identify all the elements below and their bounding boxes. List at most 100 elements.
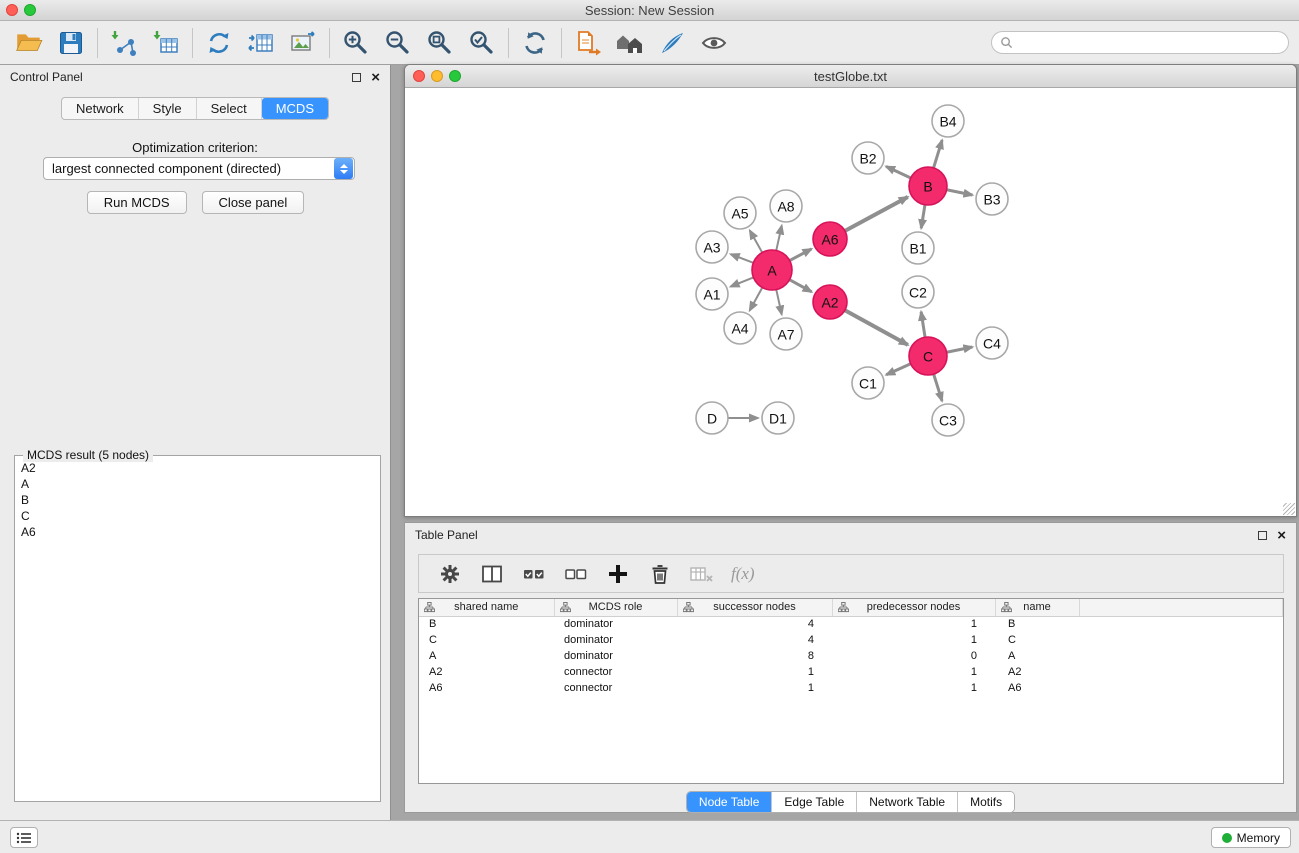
graph-edge-C-C4[interactable] [947,347,973,352]
deselect-all-icon[interactable] [563,561,589,587]
table-cell[interactable]: C [419,632,554,648]
table-cell[interactable]: A2 [995,664,1079,680]
graph-edge-A-A1[interactable] [731,277,754,286]
save-session-icon[interactable] [54,26,88,60]
zoom-fit-icon[interactable] [423,26,457,60]
column-header[interactable]: predecessor nodes [832,599,995,616]
table-row[interactable]: Bdominator41B [419,616,1283,632]
result-item[interactable]: A6 [21,524,374,540]
column-header-label[interactable]: successor nodes [713,601,796,613]
resize-handle[interactable] [1283,503,1295,515]
tab-network-table[interactable]: Network Table [857,792,958,812]
table-cell[interactable]: 4 [677,616,832,632]
graph-edge-C-C2[interactable] [921,312,925,337]
network-canvas[interactable]: B4B2BB3A5A8A6A3B1AC2A1A2A4A7C4CC1C3DD1 [405,88,1296,516]
table-cell[interactable]: connector [554,680,677,696]
column-header[interactable]: name [995,599,1079,616]
select-all-icon[interactable] [521,561,547,587]
column-header[interactable]: MCDS role [554,599,677,616]
table-cell[interactable]: dominator [554,648,677,664]
minimize-network-icon[interactable] [431,70,443,82]
graph-edge-A-A6[interactable] [790,249,812,261]
graph-edge-A-A5[interactable] [750,230,762,252]
tab-select[interactable]: Select [197,98,262,119]
float-panel-icon[interactable] [352,73,361,82]
tab-network[interactable]: Network [62,98,139,119]
table-cell[interactable]: 0 [832,648,995,664]
column-header-label[interactable]: shared name [454,601,518,613]
table-cell[interactable]: 1 [832,664,995,680]
table-cell[interactable]: connector [554,664,677,680]
graph-edge-A-A8[interactable] [776,226,781,251]
optimization-criterion-select[interactable]: largest connected component (directed) [43,157,355,180]
zoom-in-icon[interactable] [339,26,373,60]
task-history-button[interactable] [10,827,38,848]
table-row[interactable]: A2connector11A2 [419,664,1283,680]
tab-mcds[interactable]: MCDS [262,98,328,119]
table-cell[interactable]: A [419,648,554,664]
table-row[interactable]: Cdominator41C [419,632,1283,648]
table-cell[interactable]: 4 [677,632,832,648]
export-image-icon[interactable] [286,26,320,60]
graph-edge-A2-C[interactable] [845,310,908,345]
table-cell[interactable]: A6 [995,680,1079,696]
new-table-icon[interactable] [244,26,278,60]
zoom-window-icon[interactable] [24,4,36,16]
tab-node-table[interactable]: Node Table [687,792,773,812]
graphics-details-icon[interactable] [655,26,689,60]
graph-edge-A-A7[interactable] [776,290,781,315]
tab-motifs[interactable]: Motifs [958,792,1014,812]
import-table-icon[interactable] [149,26,183,60]
search-field[interactable] [991,31,1289,54]
table-cell[interactable]: A2 [419,664,554,680]
close-network-icon[interactable] [413,70,425,82]
first-neighbors-icon[interactable] [571,26,605,60]
open-session-icon[interactable] [12,26,46,60]
tab-style[interactable]: Style [139,98,197,119]
eye-icon[interactable] [697,26,731,60]
column-settings-icon[interactable] [479,561,505,587]
graph-edge-B-B4[interactable] [934,140,943,168]
zoom-selected-icon[interactable] [465,26,499,60]
zoom-network-icon[interactable] [449,70,461,82]
refresh-layout-icon[interactable] [518,26,552,60]
result-item[interactable]: B [21,492,374,508]
graph-edge-A-A3[interactable] [731,254,754,263]
table-cell[interactable]: dominator [554,632,677,648]
memory-button[interactable]: Memory [1211,827,1291,848]
table-cell[interactable]: 1 [832,616,995,632]
graph-edge-A-A2[interactable] [790,280,812,292]
table-cell[interactable]: C [995,632,1079,648]
close-table-panel-icon[interactable]: × [1277,528,1286,543]
float-table-panel-icon[interactable] [1258,531,1267,540]
gear-icon[interactable] [437,561,463,587]
table-cell[interactable]: 1 [677,664,832,680]
graph-edge-A6-B[interactable] [845,197,908,231]
table-cell[interactable]: B [419,616,554,632]
column-header[interactable]: shared name [419,599,554,616]
close-panel-button[interactable]: Close panel [202,191,305,214]
import-network-icon[interactable] [107,26,141,60]
table-cell[interactable]: B [995,616,1079,632]
table-cell[interactable]: 1 [832,680,995,696]
graph-edge-B-B1[interactable] [921,205,925,228]
function-builder-icon[interactable]: f(x) [731,564,755,584]
network-graph[interactable]: B4B2BB3A5A8A6A3B1AC2A1A2A4A7C4CC1C3DD1 [405,88,1296,516]
table-cell[interactable]: A [995,648,1079,664]
result-item[interactable]: A [21,476,374,492]
column-header-label[interactable]: name [1023,601,1051,613]
table-cell[interactable]: dominator [554,616,677,632]
graph-edge-C-C1[interactable] [886,364,910,375]
column-header[interactable]: successor nodes [677,599,832,616]
add-column-icon[interactable] [605,561,631,587]
table-row[interactable]: Adominator80A [419,648,1283,664]
delete-column-icon[interactable] [647,561,673,587]
column-header-label[interactable]: predecessor nodes [867,601,961,613]
table-cell[interactable]: 1 [677,680,832,696]
zoom-out-icon[interactable] [381,26,415,60]
run-mcds-button[interactable]: Run MCDS [87,191,187,214]
graph-edge-C-C3[interactable] [934,374,942,401]
table-cell[interactable]: A6 [419,680,554,696]
search-input[interactable] [1017,34,1288,52]
show-panels-icon[interactable] [613,26,647,60]
